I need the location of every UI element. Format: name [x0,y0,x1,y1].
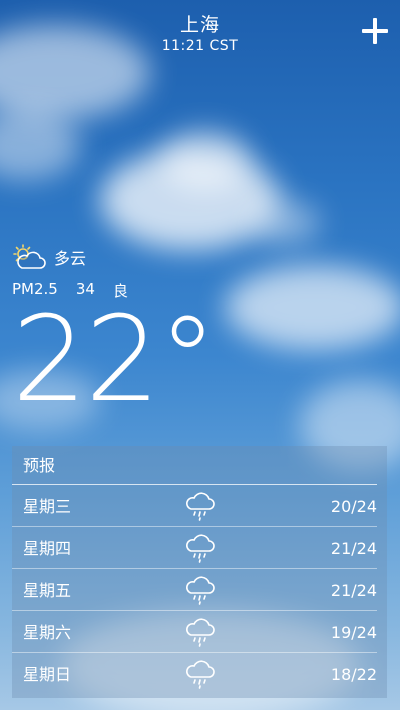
rain-cloud-icon [186,576,215,605]
forecast-temp-range: 21/24 [330,581,377,600]
forecast-day: 星期三 [23,497,72,516]
forecast-row[interactable]: 星期三 20/24 [12,485,377,527]
current-temperature: 22° [12,290,217,428]
city-name[interactable]: 上海 [0,10,400,37]
forecast-panel: 预报 星期三 20/24 星期四 21/24 星期五 21/24 星期六 19/… [12,446,387,698]
forecast-title: 预报 [12,446,377,485]
forecast-temp-range: 19/24 [330,623,377,642]
forecast-day: 星期五 [23,581,72,600]
condition-label: 多云 [54,249,87,268]
forecast-temp-range: 21/24 [330,539,377,558]
partly-cloudy-icon [13,244,46,269]
current-condition: 多云 [12,244,86,270]
forecast-row[interactable]: 星期日 18/22 [12,653,377,694]
rain-cloud-icon [186,534,215,563]
forecast-day: 星期六 [23,623,72,642]
forecast-temp-range: 20/24 [330,497,377,516]
forecast-day: 星期日 [23,665,72,684]
add-city-button[interactable] [360,16,390,46]
rain-cloud-icon [186,618,215,647]
rain-cloud-icon [186,492,215,521]
forecast-row[interactable]: 星期五 21/24 [12,569,377,611]
rain-cloud-icon [186,660,215,689]
forecast-row[interactable]: 星期六 19/24 [12,611,377,653]
header: 上海 11:21 CST [0,0,400,66]
forecast-row[interactable]: 星期四 21/24 [12,527,377,569]
forecast-temp-range: 18/22 [330,665,377,684]
forecast-day: 星期四 [23,539,72,558]
local-time: 11:21 CST [161,38,239,54]
